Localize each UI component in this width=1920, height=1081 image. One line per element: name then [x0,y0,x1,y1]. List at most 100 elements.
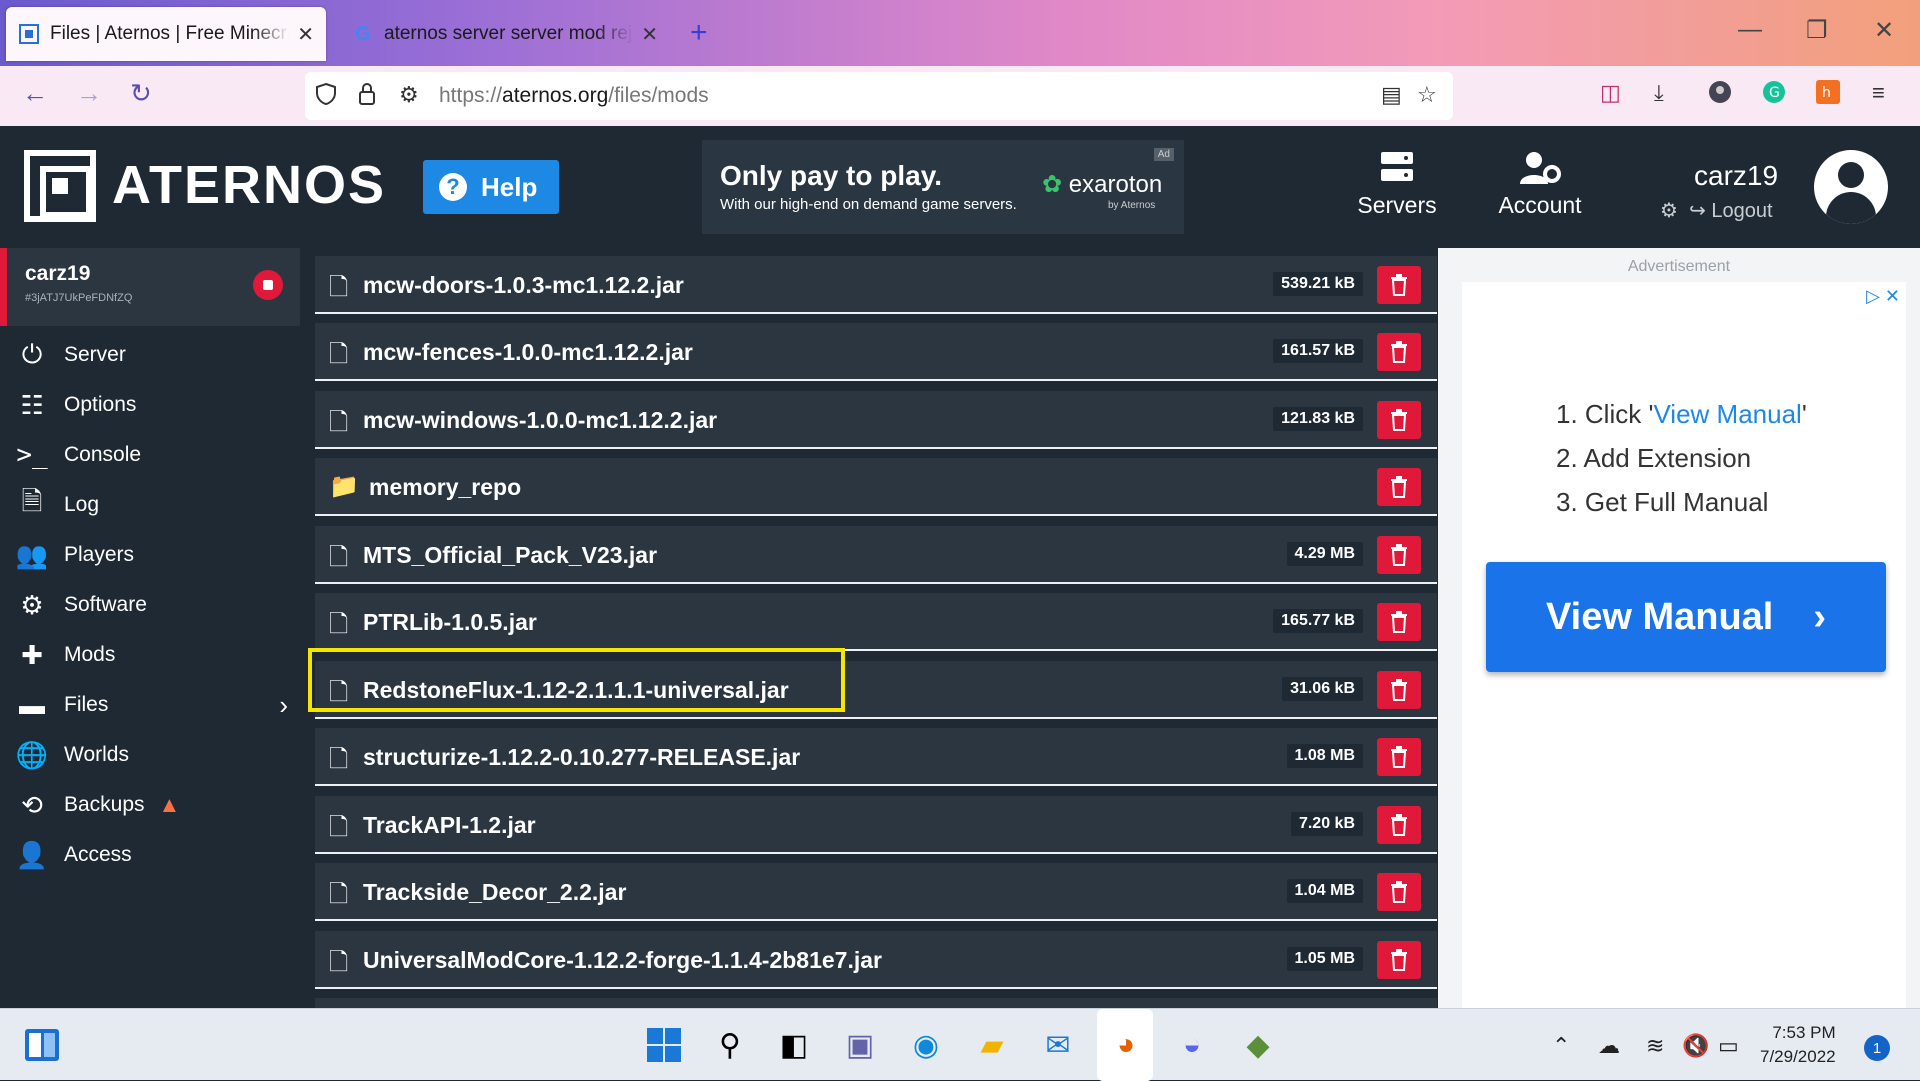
ad-close-icon[interactable]: ▷ ✕ [1866,286,1900,307]
file-row[interactable]: 🗋 MTS_Official_Pack_V23.jar 4.29 MB [315,526,1437,584]
logout-link[interactable]: ⚙ ↪ Logout [1660,198,1773,223]
teams-chat-icon[interactable]: ▣ [840,1025,880,1065]
delete-button[interactable] [1377,603,1421,641]
battery-icon[interactable]: ▭ [1718,1033,1739,1059]
back-icon[interactable]: ← [22,78,48,109]
forward-icon[interactable]: → [76,78,102,109]
delete-button[interactable] [1377,536,1421,574]
discord-icon[interactable]: ◒ [1172,1025,1212,1065]
aternos-logo-icon[interactable] [24,150,96,222]
lock-icon[interactable] [357,82,377,112]
sidebar-item-players[interactable]: 👥 Players [0,530,300,580]
edge-icon[interactable]: ◉ [906,1025,946,1065]
search-icon[interactable]: ⚲ [710,1025,750,1065]
sidebar-item-log[interactable]: 🗎 Log [0,480,300,530]
server-card[interactable]: carz19 #3jATJ7UkPeFDNfZQ [0,248,300,326]
delete-button[interactable] [1377,333,1421,371]
sidebar-item-software[interactable]: ⚙ Software [0,580,300,630]
notification-badge[interactable]: 1 [1864,1035,1890,1061]
start-icon[interactable] [644,1025,684,1065]
file-row[interactable]: 🗋 Trackside_Decor_2.2.jar 1.04 MB [315,863,1437,921]
file-row[interactable]: 🗋 UniversalModCore-1.12.2-forge-1.1.4-2b… [315,931,1437,989]
folder-row[interactable]: 📁 memory_repo [315,458,1437,516]
address-bar[interactable]: ⚙ https://aternos.org/files/mods ▤ ☆ [305,72,1453,120]
file-name[interactable]: TrackAPI-1.2.jar [363,812,536,839]
delete-button[interactable] [1377,941,1421,979]
ad-content[interactable]: ▷ ✕ 1. Click 'View Manual' 2. Add Extens… [1462,282,1906,1008]
delete-button[interactable] [1377,266,1421,304]
task-view-icon[interactable]: ◧ [774,1025,814,1065]
site-logo-text[interactable]: ATERNOS [112,154,386,216]
grammarly-icon[interactable]: G [1762,80,1786,110]
volume-muted-icon[interactable]: 🔇 [1682,1033,1709,1059]
sidebar-item-backups[interactable]: ⟲ Backups ▲ [0,780,300,830]
widgets-icon[interactable] [22,1025,62,1065]
sidebar-item-access[interactable]: 👤 Access [0,830,300,880]
minecraft-launcher-icon[interactable]: ◆ [1238,1025,1278,1065]
sidebar-item-files[interactable]: ▬ Files › [0,680,300,730]
system-clock[interactable]: 7:53 PM 7/29/2022 [1760,1021,1836,1069]
delete-button[interactable] [1377,468,1421,506]
sidebar-item-console[interactable]: >_ Console [0,430,300,480]
settings-gear-icon[interactable]: ⚙ [1660,200,1678,222]
close-window-icon[interactable]: ✕ [1874,16,1894,45]
help-button[interactable]: ? Help [423,160,559,214]
delete-button[interactable] [1377,873,1421,911]
profile-extension-icon[interactable] [1708,80,1732,110]
mail-icon[interactable]: ✉ [1038,1025,1078,1065]
server-status-stop-icon[interactable] [253,270,283,300]
file-name[interactable]: UniversalModCore-1.12.2-forge-1.1.4-2b81… [363,947,882,974]
file-name[interactable]: structurize-1.12.2-0.10.277-RELEASE.jar [363,744,800,771]
reload-icon[interactable]: ↻ [130,78,152,109]
file-row-highlighted[interactable]: 🗋 RedstoneFlux-1.12-2.1.1.1-universal.ja… [315,661,1437,719]
nav-servers[interactable]: Servers [1352,150,1442,219]
honey-extension-icon[interactable]: h [1816,80,1840,110]
file-row[interactable]: 🗋 mcw-windows-1.0.0-mc1.12.2.jar 121.83 … [315,391,1437,449]
tab-aternos-files[interactable]: Files | Aternos | Free Minecraft Server … [6,7,326,61]
file-row[interactable]: 🗋 PTRLib-1.0.5.jar 165.77 kB [315,593,1437,651]
tab-google-search[interactable]: G aternos server server mod rejected ✕ [340,7,670,61]
nav-account[interactable]: Account [1488,150,1592,219]
bookmark-star-icon[interactable]: ☆ [1417,82,1437,108]
file-name[interactable]: mcw-windows-1.0.0-mc1.12.2.jar [363,407,717,434]
close-tab-icon[interactable]: ✕ [641,22,658,47]
sidebar-item-options[interactable]: ☷ Options [0,380,300,430]
file-explorer-icon[interactable]: ▰ [972,1025,1012,1065]
sidebar-item-mods[interactable]: ✚ Mods [0,630,300,680]
wifi-icon[interactable]: ≋ [1646,1033,1664,1059]
file-name[interactable]: RedstoneFlux-1.12-2.1.1.1-universal.jar [363,677,789,704]
delete-button[interactable] [1377,806,1421,844]
file-row[interactable]: 🗋 structurize-1.12.2-0.10.277-RELEASE.ja… [315,728,1437,786]
menu-icon[interactable]: ≡ [1872,80,1885,106]
file-row[interactable]: 🗋 TrackAPI-1.2.jar 7.20 kB [315,796,1437,854]
file-name[interactable]: mcw-fences-1.0.0-mc1.12.2.jar [363,339,693,366]
delete-button[interactable] [1377,401,1421,439]
folder-name[interactable]: memory_repo [369,474,521,501]
show-hidden-icons-chevron-up-icon[interactable]: ⌃ [1552,1033,1570,1059]
file-name[interactable]: Trackside_Decor_2.2.jar [363,879,626,906]
close-tab-icon[interactable]: ✕ [297,22,314,47]
onedrive-cloud-icon[interactable]: ☁ [1598,1033,1620,1059]
delete-button[interactable] [1377,738,1421,776]
file-row[interactable]: 🗋 mcw-doors-1.0.3-mc1.12.2.jar 539.21 kB [315,256,1437,314]
header-ad-banner[interactable]: Only pay to play. With our high-end on d… [702,140,1184,234]
delete-button[interactable] [1377,671,1421,709]
site-permissions-icon[interactable]: ⚙ [399,82,419,108]
shield-icon[interactable] [315,82,337,112]
file-row[interactable]: 🗋 mcw-fences-1.0.0-mc1.12.2.jar 161.57 k… [315,323,1437,381]
url-text[interactable]: https://aternos.org/files/mods [439,84,709,108]
pocket-icon[interactable]: ◫ [1600,80,1621,106]
file-name[interactable]: PTRLib-1.0.5.jar [363,609,537,636]
minimize-icon[interactable]: — [1738,16,1762,44]
sidebar-item-server[interactable]: ⏻ Server [0,330,300,380]
firefox-icon[interactable]: ◕ [1106,1025,1146,1065]
file-row-partial[interactable] [315,998,1437,1008]
file-name[interactable]: MTS_Official_Pack_V23.jar [363,542,657,569]
reader-view-icon[interactable]: ▤ [1381,82,1402,108]
new-tab-icon[interactable]: + [690,16,708,50]
download-icon[interactable]: ⤓ [1654,80,1664,106]
view-manual-button[interactable]: View Manual › [1486,562,1886,672]
avatar[interactable] [1814,150,1888,224]
sidebar-item-worlds[interactable]: 🌐 Worlds [0,730,300,780]
restore-icon[interactable]: ❐ [1806,16,1828,45]
